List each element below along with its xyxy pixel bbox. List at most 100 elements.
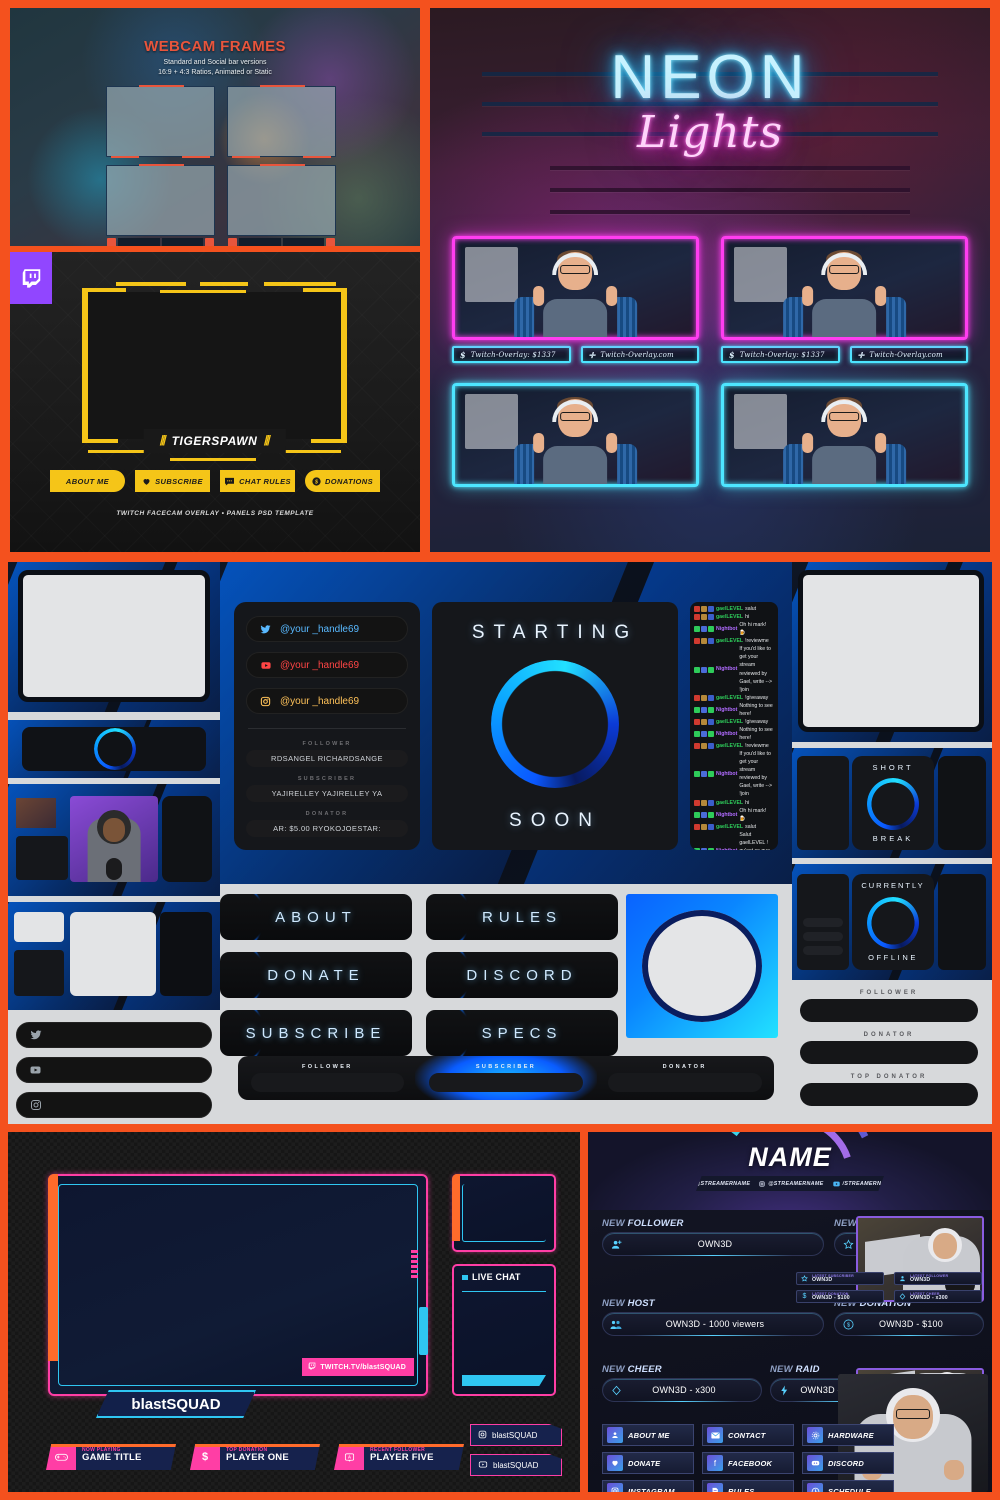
own3d-panel-instagram[interactable]: INSTAGRAM	[602, 1480, 694, 1492]
blastsquad-nameplate: blastSQUAD	[96, 1390, 256, 1418]
alert-label-follower: FOLLOWER	[302, 741, 352, 747]
game-thumbnail	[16, 798, 56, 828]
own3d-panel-rules[interactable]: RULES	[702, 1480, 794, 1492]
own3d-panel-contact[interactable]: CONTACT	[702, 1424, 794, 1446]
chat-text: salut	[745, 606, 757, 612]
chat-message: Nightbot Oh hi mark! 🍺	[694, 621, 774, 637]
chat-text: If you'd like to get your stream reviewe…	[739, 751, 773, 798]
social-pill-youtube[interactable]: @your _handle69	[246, 652, 408, 678]
blue-right-column: SHORT BREAK CURRENTLY OFFLINE FOLLOWER D…	[792, 562, 992, 1124]
bottom-alert-bar-group: FOLLOWER SUBSCRIBER DONATOR	[238, 1056, 774, 1100]
chat-rules-button[interactable]: CHAT RULES	[220, 470, 295, 492]
lower-third-now-playing: NOW PLAYING GAME TITLE	[46, 1444, 176, 1470]
alert-title: CHEER	[627, 1364, 662, 1375]
social-pill-twitter[interactable]: @your _handle69	[246, 616, 408, 642]
streamer-figure	[506, 247, 646, 337]
neon-donate-button[interactable]: $ Twitch-Overlay: $1337	[452, 346, 571, 363]
neon-cam-block-2: $ Twitch-Overlay: $1337 ✛ Twitch-Overlay…	[721, 236, 968, 363]
mini-value: OWN3D - $100	[812, 1295, 850, 1301]
short-break-line2: BREAK	[872, 834, 914, 843]
own3d-panel-hardware[interactable]: HARDWARE	[802, 1424, 894, 1446]
chat-badges	[694, 614, 714, 621]
social-badge-label: blastSQUAD	[493, 1460, 539, 1470]
twitch-icon	[10, 252, 52, 304]
blue-brb-layout-slab	[8, 902, 220, 1010]
own3d-panel-discord[interactable]: DISCORD	[802, 1452, 894, 1474]
plus-icon: ✛	[857, 349, 865, 360]
offline-line1: CURRENTLY	[861, 881, 925, 890]
chat-badges	[694, 666, 714, 673]
chat-message: gaelLEVEL hi	[694, 613, 774, 621]
bottom-alert-donator: DONATOR	[595, 1056, 774, 1100]
mini-value: OWN3D - x300	[910, 1295, 948, 1301]
chat-username: gaelLEVEL	[716, 614, 744, 621]
subscribe-button[interactable]: SUBSCRIBE	[135, 470, 210, 492]
spark-icon: ⦀	[159, 433, 166, 448]
donations-button[interactable]: $ DONATIONS	[305, 470, 380, 492]
streamer-figure	[506, 394, 646, 484]
panel-button-specs[interactable]: SPECS	[426, 1010, 618, 1056]
chat-box[interactable]: gaelLEVEL salut gaelLEVEL hi Nightbot Oh h…	[690, 602, 778, 850]
neon-donate-button[interactable]: $ Twitch-Overlay: $1337	[721, 346, 840, 363]
instagram-icon	[478, 1430, 487, 1441]
donations-label: DONATIONS	[324, 476, 374, 486]
chat-username: Nightbot	[716, 730, 738, 737]
about-me-button[interactable]: ABOUT ME	[50, 470, 125, 492]
twitter-icon	[29, 1029, 42, 1042]
neon-cam-row-top: $ Twitch-Overlay: $1337 ✛ Twitch-Overlay…	[452, 236, 968, 363]
blastsquad-social-badges: blastSQUAD blastSQUAD	[470, 1424, 562, 1484]
social-pill-instagram[interactable]: @your _handle69	[246, 688, 408, 714]
panel-button-discord[interactable]: DISCORD	[426, 952, 618, 998]
own3d-panel-about-me[interactable]: ABOUT ME	[602, 1424, 694, 1446]
dollar-icon: $	[835, 1319, 861, 1330]
frame-tick-marks	[411, 1250, 418, 1279]
panel-button-rules[interactable]: RULES	[426, 894, 618, 940]
currently-offline-scene: CURRENTLY OFFLINE	[792, 864, 992, 980]
blue-loading-bar-slab	[8, 720, 220, 778]
own3d-panel-schedule[interactable]: SCHEDULE	[802, 1480, 894, 1492]
chat-message: Nightbot Nothing to see here!	[694, 726, 774, 742]
panel-button-donate[interactable]: DONATE	[220, 952, 412, 998]
social-badge-instagram[interactable]: blastSQUAD	[470, 1424, 562, 1446]
own3d-alert-new-donation: NEW DONATION $ OWN3D - $100	[834, 1298, 984, 1336]
chat-text: hi	[745, 614, 750, 621]
chat-text: salut	[745, 823, 757, 830]
webcam-subtitle-line1: Standard and Social bar versions	[163, 59, 267, 66]
streamer-webcam-thumb	[70, 796, 158, 882]
webcam-frame-43-standard	[227, 85, 336, 158]
user-icon	[607, 1427, 623, 1443]
chat-badges	[694, 694, 714, 701]
own3d-panel-facebook[interactable]: f FACEBOOK	[702, 1452, 794, 1474]
panel-button-about[interactable]: ABOUT	[220, 894, 412, 940]
social-pill-youtube[interactable]	[16, 1057, 212, 1083]
facecam-placeholder	[18, 570, 210, 702]
neon-site-button[interactable]: ✛ Twitch-Overlay.com	[849, 346, 968, 363]
right-alert-label-top-donator: TOP DONATOR	[850, 1074, 928, 1080]
rules-icon	[707, 1483, 723, 1492]
bottom-alert-value	[607, 1073, 762, 1092]
bottom-alert-label: SUBSCRIBER	[475, 1064, 537, 1070]
own3d-panel-donate[interactable]: DONATE	[602, 1452, 694, 1474]
chat-text: Salut gaelLEVEL ! qu'est ce que tu sens …	[739, 831, 770, 850]
chat-thumb	[938, 756, 986, 850]
panel-button-subscribe[interactable]: SUBSCRIBE	[220, 1010, 412, 1056]
handle-label: @STREAMERNAME	[694, 1180, 751, 1187]
chat-badges	[694, 811, 714, 818]
neon-site-button[interactable]: ✛ Twitch-Overlay.com	[580, 346, 699, 363]
blue-center-column: @your _handle69 @your _handle69 @your _h…	[220, 562, 792, 1124]
loading-ring	[867, 778, 919, 830]
webcam-frame-169-social	[106, 164, 215, 246]
chat-username: gaelLEVEL	[716, 638, 744, 645]
subscribe-label: SUBSCRIBE	[155, 476, 203, 486]
right-alert-value-follower	[800, 999, 978, 1022]
chat-badges	[694, 743, 714, 750]
social-badge-youtube[interactable]: blastSQUAD	[470, 1454, 562, 1476]
chat-badges	[694, 626, 714, 633]
chat-badges	[694, 706, 714, 713]
social-pill-instagram[interactable]	[16, 1092, 212, 1118]
social-pill-twitter[interactable]	[16, 1022, 212, 1048]
neon-title-line1: NEON	[610, 43, 810, 112]
alert-value: OWN3D - x300	[652, 1385, 716, 1395]
social-pill-list	[16, 1022, 212, 1118]
tigerspawn-brand: ⦀ TIGERSPAWN ⦀	[143, 429, 286, 453]
